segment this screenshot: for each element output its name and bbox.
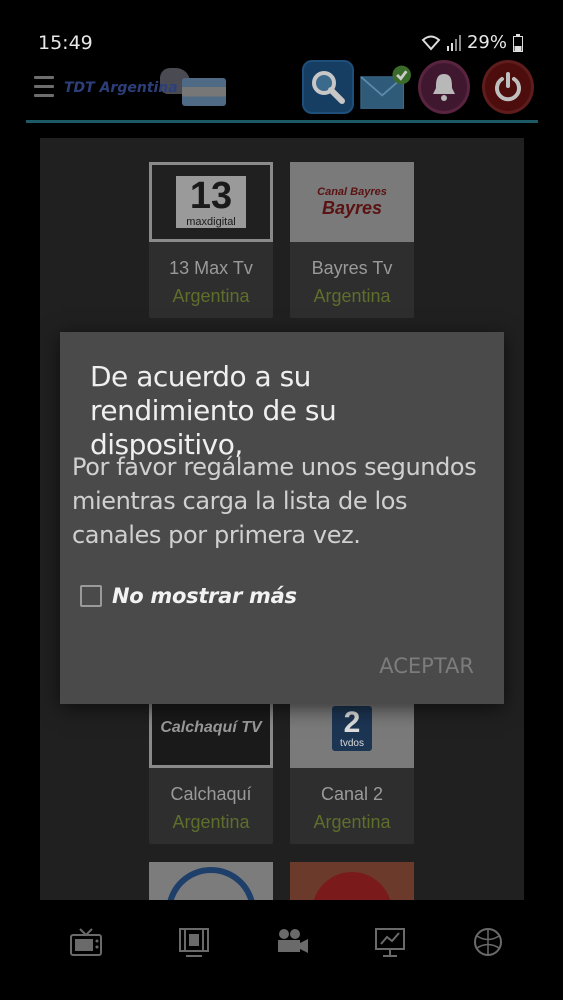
mail-button[interactable]: [359, 60, 411, 114]
app-logo: TDT Argentina: [64, 66, 229, 112]
status-time: 15:49: [38, 32, 93, 54]
status-icons: 29%: [421, 32, 523, 53]
tv-icon: [70, 928, 102, 956]
channel-name: Canal 2: [320, 784, 384, 804]
accept-button[interactable]: ACEPTAR: [379, 654, 474, 678]
channel-country: Argentina: [313, 812, 391, 832]
power-icon: [495, 72, 521, 102]
ball-icon: [474, 928, 502, 956]
power-button[interactable]: [482, 60, 534, 114]
thumb-logo-sub: tvdos: [340, 737, 364, 749]
nav-presentation[interactable]: [372, 924, 408, 960]
channel-card[interactable]: Canal Bayres Bayres Bayres Tv Argentina: [290, 162, 414, 318]
presentation-icon: [375, 928, 405, 957]
thumb-logo-sub: maxdigital: [175, 216, 247, 228]
signal-icon: [446, 34, 461, 51]
channel-logo-shape: [166, 867, 256, 900]
bottom-navigation: [0, 900, 563, 1000]
search-button[interactable]: [302, 60, 354, 114]
dont-show-label: No mostrar más: [112, 584, 297, 608]
channel-logo-shape: [312, 872, 392, 900]
channel-card[interactable]: Calchaquí TV Calchaquí Argentina: [149, 688, 273, 844]
wifi-icon: [421, 35, 441, 51]
search-icon: [312, 71, 345, 104]
film-icon: [179, 928, 209, 957]
dont-show-again[interactable]: No mostrar más: [80, 584, 297, 608]
channel-name: 13 Max Tv: [169, 258, 253, 278]
nav-tv[interactable]: [68, 924, 104, 960]
menu-icon[interactable]: [34, 76, 54, 98]
channel-thumbnail: [290, 862, 414, 900]
thumb-logo-text: Bayres: [321, 197, 383, 218]
header-divider: [26, 120, 538, 123]
loading-dialog: De acuerdo a su rendimiento de su dispos…: [60, 332, 504, 704]
channel-card[interactable]: 2 tvdos Canal 2 Argentina: [290, 688, 414, 844]
camera-icon: [278, 929, 308, 953]
channel-card[interactable]: [290, 862, 414, 900]
channel-name: Calchaquí: [170, 784, 252, 804]
thumb-logo-text: 2: [343, 705, 361, 739]
channel-thumbnail: 13 maxdigital: [149, 162, 273, 242]
thumb-logo-text: Calchaquí TV: [160, 719, 262, 736]
thumb-logo-sub: Canal Bayres: [317, 185, 387, 198]
nav-movies[interactable]: [176, 924, 212, 960]
battery-icon: [513, 33, 523, 52]
logo-text: TDT Argentina: [64, 80, 178, 96]
mail-icon: [360, 65, 411, 109]
channel-country: Argentina: [172, 286, 250, 306]
channel-country: Argentina: [313, 286, 391, 306]
notifications-button[interactable]: [418, 60, 470, 114]
channel-thumbnail: [149, 862, 273, 900]
app-header: TDT Argentina: [26, 58, 538, 122]
dialog-message: Por favor regálame unos segundos mientra…: [72, 453, 477, 549]
nav-camera[interactable]: [274, 924, 310, 960]
channel-thumbnail: Canal Bayres Bayres: [290, 162, 414, 242]
battery-percent: 29%: [466, 32, 507, 53]
channel-name: Bayres Tv: [311, 258, 393, 278]
thumb-logo-text: 13: [175, 176, 247, 216]
status-bar: 15:49 29%: [0, 0, 563, 64]
channel-country: Argentina: [172, 812, 250, 832]
dialog-title: De acuerdo a su rendimiento de su dispos…: [90, 360, 337, 461]
channel-card[interactable]: [149, 862, 273, 900]
dont-show-checkbox[interactable]: [80, 585, 102, 607]
bell-icon: [433, 74, 455, 101]
channel-card[interactable]: 13 maxdigital 13 Max Tv Argentina: [149, 162, 273, 318]
nav-sports[interactable]: [470, 924, 506, 960]
flag-icon: [182, 78, 226, 106]
